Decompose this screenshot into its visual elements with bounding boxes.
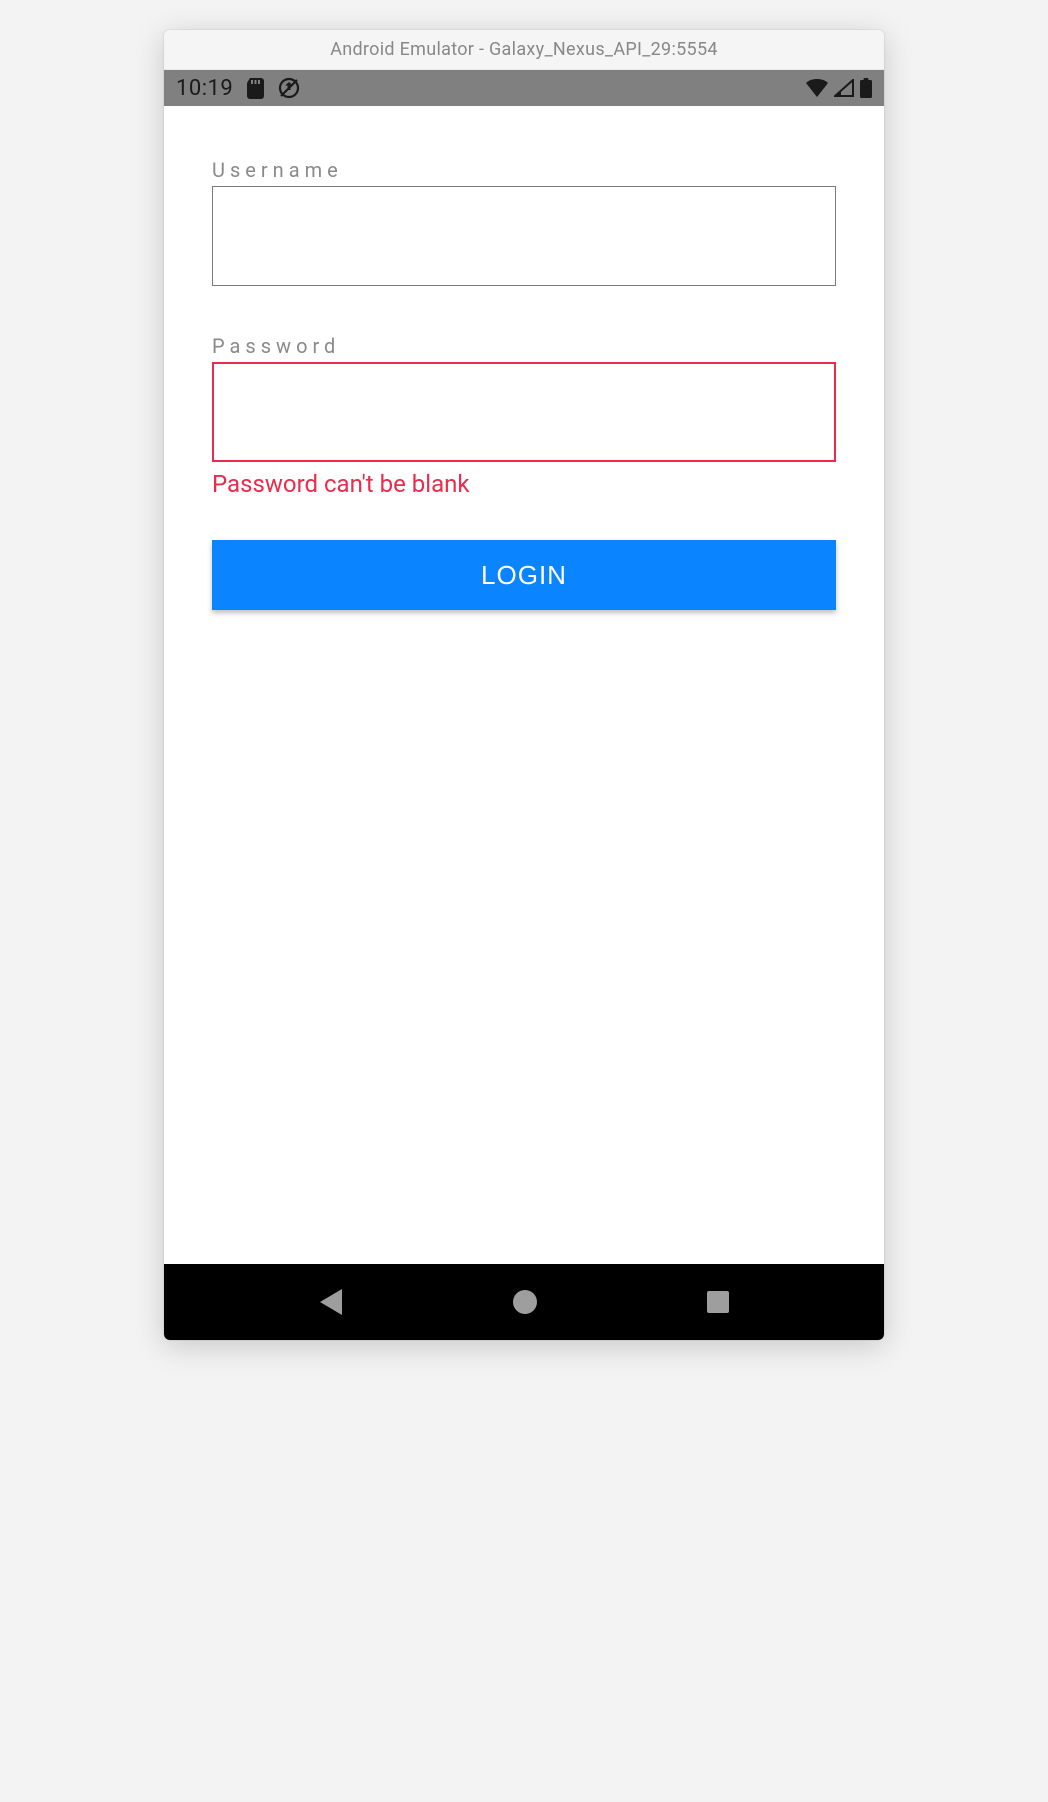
- battery-icon: [860, 78, 872, 98]
- window-titlebar: Android Emulator - Galaxy_Nexus_API_29:5…: [164, 30, 884, 70]
- status-clock: 10:19: [176, 76, 233, 101]
- navigation-bar: [164, 1264, 884, 1340]
- login-button[interactable]: LOGIN: [212, 540, 836, 610]
- username-input[interactable]: [212, 186, 836, 286]
- password-error-text: Password can't be blank: [212, 470, 836, 498]
- status-right: [806, 78, 872, 98]
- password-field-group: Password Password can't be blank: [212, 334, 836, 498]
- no-sync-icon: [278, 77, 300, 99]
- status-left: 10:19: [176, 76, 300, 101]
- home-button[interactable]: [511, 1288, 539, 1316]
- emulator-window: Android Emulator - Galaxy_Nexus_API_29:5…: [164, 30, 884, 1340]
- login-form: Username Password Password can't be blan…: [164, 106, 884, 1264]
- window-title: Android Emulator - Galaxy_Nexus_API_29:5…: [330, 39, 718, 60]
- sd-card-icon: [247, 78, 264, 99]
- status-bar: 10:19: [164, 70, 884, 106]
- password-input[interactable]: [212, 362, 836, 462]
- cell-signal-icon: [834, 79, 854, 97]
- device-screen: 10:19 Us: [164, 70, 884, 1340]
- recents-button[interactable]: [706, 1290, 730, 1314]
- wifi-icon: [806, 79, 828, 97]
- password-label: Password: [212, 334, 836, 358]
- username-field-group: Username: [212, 158, 836, 286]
- username-label: Username: [212, 158, 836, 182]
- back-button[interactable]: [318, 1287, 344, 1317]
